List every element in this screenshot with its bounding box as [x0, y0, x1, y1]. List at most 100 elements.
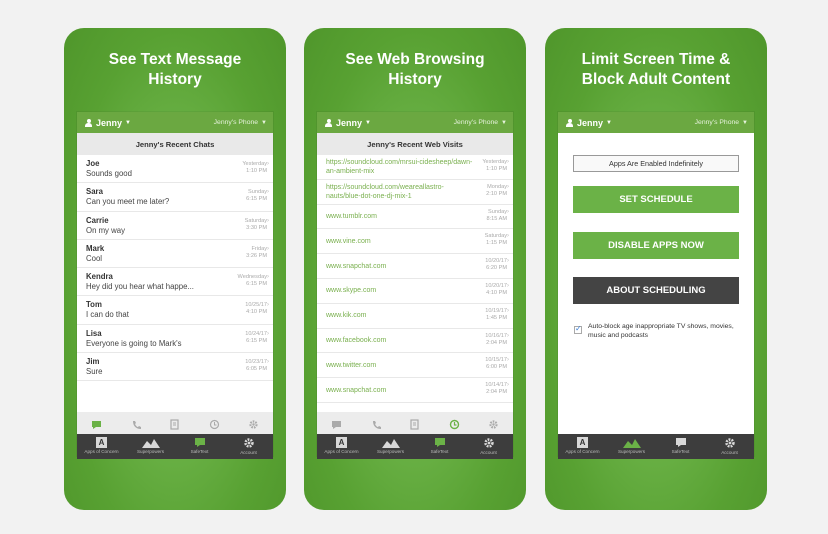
web-visit-list: https://soundcloud.com/mrsui-cidesheep/d…	[317, 155, 513, 403]
chat-preview: Sure	[86, 367, 103, 377]
user-selector[interactable]: Jenny ▼	[566, 118, 612, 128]
visit-timestamp: Monday 2:10 PM	[467, 184, 507, 198]
device-name: Jenny's Phone	[213, 119, 259, 126]
history-icon[interactable]	[447, 418, 461, 432]
visit-time: 6:00 PM	[486, 364, 507, 371]
tab-label: SafeText	[190, 449, 209, 454]
web-visit-row[interactable]: www.kik.com 10/19/17 1:45 PM ›	[317, 304, 513, 329]
card-screen-time: Limit Screen Time & Block Adult Content …	[545, 28, 767, 510]
chat-row[interactable]: Mark Cool Friday 3:26 PM ›	[77, 240, 273, 269]
visit-timestamp: 10/14/17 2:04 PM	[467, 382, 507, 396]
web-visit-row[interactable]: www.tumblr.com Sunday 8:15 AM ›	[317, 205, 513, 230]
chat-icon	[194, 438, 205, 447]
tab-superpowers[interactable]: Superpowers	[127, 434, 175, 454]
web-visit-row[interactable]: www.skype.com 10/20/17 4:10 PM ›	[317, 279, 513, 304]
device-selector[interactable]: Jenny's Phone ▼	[454, 119, 507, 126]
chat-contact-name: Sara	[86, 187, 103, 197]
visit-url[interactable]: www.snapchat.com	[326, 386, 386, 395]
chat-row[interactable]: Sara Can you meet me later? Sunday 6:15 PM ›	[77, 183, 273, 212]
tab-apps-of-concern[interactable]: A Apps of Concern	[318, 434, 366, 454]
gear-icon	[483, 438, 494, 448]
visit-timestamp: Yesterday 1:10 PM	[467, 159, 507, 173]
device-selector[interactable]: Jenny's Phone ▼	[695, 119, 748, 126]
web-visit-row[interactable]: www.facebook.com 10/16/17 2:04 PM ›	[317, 329, 513, 354]
chat-timestamp: 10/24/17 6:15 PM	[227, 331, 267, 345]
chevron-right-icon: ›	[507, 208, 509, 215]
chat-row[interactable]: Tom I can do that 10/25/17 4:10 PM ›	[77, 296, 273, 325]
tab-superpowers[interactable]: Superpowers	[367, 434, 415, 454]
gear-icon[interactable]	[486, 418, 500, 432]
disable-apps-now-button[interactable]: DISABLE APPS NOW	[573, 232, 739, 259]
tab-safetext[interactable]: SafeText	[176, 434, 224, 454]
visit-url[interactable]: www.vine.com	[326, 237, 371, 246]
chat-time: 6:05 PM	[246, 366, 267, 373]
document-icon[interactable]	[168, 418, 182, 432]
tab-account[interactable]: Account	[706, 434, 754, 455]
tab-safetext[interactable]: SafeText	[416, 434, 464, 454]
web-visit-row[interactable]: https://soundcloud.com/weareallastro-nau…	[317, 180, 513, 205]
caret-down-icon: ▼	[125, 119, 131, 126]
visit-date: 10/14/17	[485, 382, 507, 389]
chat-icon[interactable]	[90, 418, 104, 432]
visit-url[interactable]: www.skype.com	[326, 286, 376, 295]
tab-account[interactable]: Account	[225, 434, 273, 455]
apps-icon: A	[577, 437, 588, 448]
chat-timestamp: Friday 3:26 PM	[227, 246, 267, 260]
gear-icon[interactable]	[246, 418, 260, 432]
user-name: Jenny	[577, 117, 604, 128]
user-name: Jenny	[96, 117, 123, 128]
chat-row[interactable]: Carrie On my way Saturday 3:30 PM ›	[77, 212, 273, 240]
visit-url[interactable]: https://soundcloud.com/mrsui-cidesheep/d…	[326, 158, 473, 176]
web-visit-row[interactable]: www.snapchat.com 10/14/17 2:04 PM ›	[317, 378, 513, 403]
chat-icon[interactable]	[330, 418, 344, 432]
user-selector[interactable]: Jenny ▼	[85, 118, 131, 128]
phone-icon[interactable]	[129, 418, 143, 432]
chat-timestamp: Saturday 3:30 PM	[227, 218, 267, 232]
tab-safetext[interactable]: SafeText	[657, 434, 705, 454]
web-visit-row[interactable]: www.twitter.com 10/15/17 6:00 PM ›	[317, 353, 513, 379]
gear-icon	[724, 438, 735, 448]
web-visit-row[interactable]: https://soundcloud.com/mrsui-cidesheep/d…	[317, 155, 513, 180]
card-text-history: See Text Message History Jenny ▼ Jenny's …	[64, 28, 286, 510]
visit-url[interactable]: https://soundcloud.com/weareallastro-nau…	[326, 183, 473, 201]
chevron-right-icon: ›	[267, 274, 269, 281]
visit-time: 1:10 PM	[486, 166, 507, 172]
chat-row[interactable]: Kendra Hey did you hear what happe... Wedn…	[77, 268, 273, 297]
visit-url[interactable]: www.kik.com	[326, 311, 366, 320]
chat-time: 6:15 PM	[246, 281, 267, 288]
tab-apps-of-concern[interactable]: A Apps of Concern	[78, 434, 126, 454]
auto-block-label: Auto-block age inappropriate TV shows, m…	[588, 323, 734, 339]
history-icon[interactable]	[207, 418, 221, 432]
phone-icon[interactable]	[369, 418, 383, 432]
tab-label: Account	[480, 450, 497, 455]
about-scheduling-button[interactable]: ABOUT SCHEDULING	[573, 277, 739, 304]
tab-account[interactable]: Account	[465, 434, 513, 455]
visit-timestamp: 10/20/17 4:10 PM	[467, 283, 507, 297]
chat-contact-name: Tom	[86, 300, 102, 310]
visit-url[interactable]: www.tumblr.com	[326, 212, 377, 221]
auto-block-checkbox[interactable]	[574, 324, 582, 334]
chevron-right-icon: ›	[507, 183, 509, 190]
visit-time: 1:45 PM	[486, 314, 507, 321]
tab-apps-of-concern[interactable]: A Apps of Concern	[559, 434, 607, 454]
set-schedule-button[interactable]: SET SCHEDULE	[573, 186, 739, 213]
chat-row[interactable]: Jim Sure 10/23/17 6:05 PM ›	[77, 353, 273, 382]
caret-down-icon: ▼	[501, 119, 507, 126]
tab-superpowers[interactable]: Superpowers	[608, 434, 656, 454]
visit-timestamp: 10/19/17 1:45 PM	[467, 308, 507, 322]
visit-url[interactable]: www.snapchat.com	[326, 262, 386, 271]
auto-block-option: Auto-block age inappropriate TV shows, m…	[574, 323, 738, 340]
user-selector[interactable]: Jenny ▼	[325, 118, 371, 128]
chat-list: Joe Sounds good Yesterday 1:10 PM › Sara Can y…	[77, 155, 273, 382]
chat-row[interactable]: Joe Sounds good Yesterday 1:10 PM ›	[77, 155, 273, 184]
document-icon[interactable]	[408, 418, 422, 432]
tab-label: Account	[240, 450, 257, 455]
web-visit-row[interactable]: www.vine.com Saturday 1:15 PM ›	[317, 229, 513, 255]
visit-date: 10/15/17	[485, 357, 507, 364]
chat-row[interactable]: Lisa Everyone is going to Mark's 10/24/17 6…	[77, 325, 273, 354]
visit-url[interactable]: www.twitter.com	[326, 361, 376, 370]
chat-time: 3:30 PM	[246, 224, 267, 231]
device-selector[interactable]: Jenny's Phone ▼	[214, 119, 267, 126]
web-visit-row[interactable]: www.snapchat.com 10/20/17 6:20 PM ›	[317, 254, 513, 279]
visit-url[interactable]: www.facebook.com	[326, 336, 386, 345]
